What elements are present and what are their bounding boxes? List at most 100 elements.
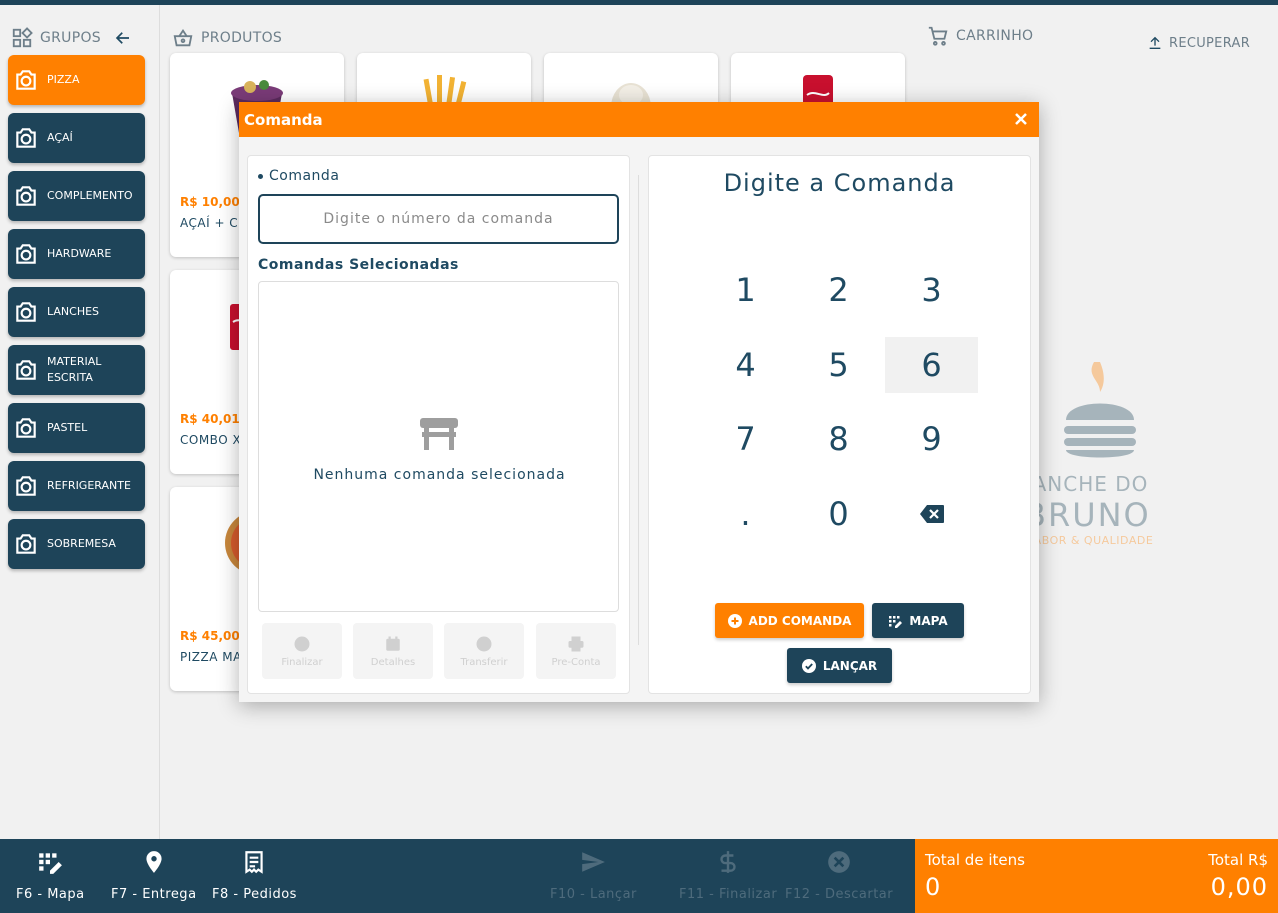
total-value: 0,00 [1210,873,1268,901]
cancel-circle-icon [828,851,850,873]
key-0[interactable]: 0 [792,486,885,542]
total-items-label: Total de itens [925,851,1025,869]
cart-title: CARRINHO [956,28,1034,44]
camera-icon [16,244,36,264]
transfer-action-button[interactable]: Transferir [444,623,524,679]
add-comanda-button[interactable]: ADD COMANDA [715,603,864,638]
details-action-button[interactable]: Detalhes [353,623,433,679]
camera-icon [16,534,36,554]
comanda-input[interactable] [258,194,619,244]
camera-icon [16,360,36,380]
key-3[interactable]: 3 [885,262,978,318]
products-title: PRODUTOS [201,30,283,46]
group-refrigerante[interactable]: REFRIGERANTE [8,461,145,511]
group-material-escrita[interactable]: MATERIAL ESCRITA [8,345,145,395]
group-label: LANCHES [47,305,100,318]
location-pin-icon [146,851,162,873]
close-icon[interactable] [1013,111,1029,127]
groups-title: GRUPOS [40,30,101,46]
empty-message: Nenhuma comanda selecionada [313,467,566,483]
product-name: PIZZA MA [180,650,242,664]
camera-icon [16,302,36,322]
totals-panel: Total de itens 0 Total R$ 0,00 [915,839,1278,913]
f6-map-button[interactable]: F6 - Mapa [16,849,85,902]
key-2[interactable]: 2 [792,262,885,318]
group-label: COMPLEMENTO [47,189,133,202]
action-label: Finalizar [281,656,323,668]
logo-line1: LANCHE DO [1020,472,1149,496]
logo-line3: SABOR & QUALIDADE [1026,534,1154,547]
product-price: R$ 45,00 [180,629,240,643]
key-1[interactable]: 1 [699,262,792,318]
group-hardware[interactable]: HARDWARE [8,229,145,279]
camera-icon [16,418,36,438]
launch-label: LANÇAR [822,658,878,673]
f8-orders-button[interactable]: F8 - Pedidos [212,849,297,902]
backspace-icon [919,505,944,523]
action-label: Pre-Conta [551,656,601,668]
cart-header: CARRINHO [927,25,1033,47]
back-arrow-icon[interactable] [114,29,132,47]
comanda-left-panel: Comanda Comandas Selecionadas Nenhuma co… [247,155,630,694]
selected-comandas-list: Nenhuma comanda selecionada [258,281,619,612]
selected-label: Comandas Selecionadas [258,257,459,273]
action-label: Transferir [460,656,508,668]
key-6[interactable]: 6 [885,337,978,393]
grid-icon [12,27,33,48]
group-label: HARDWARE [47,247,112,260]
group-acai[interactable]: AÇAÍ [8,113,145,163]
groups-header: GRUPOS [11,27,132,49]
map-button[interactable]: MAPA [872,603,964,638]
modal-title: Comanda [244,110,323,129]
send-icon [582,852,606,872]
key-8[interactable]: 8 [792,411,885,467]
f7-delivery-button[interactable]: F7 - Entrega [111,849,197,902]
plus-circle-icon [727,613,742,628]
keypad-title: Digite a Comanda [723,169,956,197]
f10-launch-button[interactable]: F10 - Lançar [550,849,637,902]
comanda-label-text: Comanda [269,168,340,184]
calendar-icon [386,636,400,651]
f8-label: F8 - Pedidos [212,887,297,902]
finalize-action-button[interactable]: Finalizar [262,623,342,679]
backspace-key[interactable] [885,486,978,542]
f11-finalize-button[interactable]: F11 - Finalizar [679,849,777,902]
product-price: R$ 10,00 [180,195,240,209]
group-label: MATERIAL ESCRITA [47,355,102,384]
recover-button[interactable]: RECUPERAR [1147,35,1250,51]
camera-icon [16,70,36,90]
comanda-label: Comanda [258,168,339,184]
camera-icon [16,186,36,206]
printer-icon [568,636,584,651]
group-label: PIZZA [47,73,80,86]
map-label: MAPA [909,613,948,628]
key-7[interactable]: 7 [699,411,792,467]
groups-sidebar: GRUPOS PIZZA AÇAÍ COMPLEMENTO HARDWARE L… [0,5,160,839]
group-complemento[interactable]: COMPLEMENTO [8,171,145,221]
group-label: AÇAÍ [47,131,73,144]
table-icon [420,418,458,450]
burger-icon [1064,362,1136,458]
add-comanda-label: ADD COMANDA [748,613,852,628]
key-5[interactable]: 5 [792,337,885,393]
comanda-modal: Comanda Comanda Comandas Selecionadas Ne… [239,102,1039,702]
group-label: PASTEL [47,421,88,434]
group-sobremesa[interactable]: SOBREMESA [8,519,145,569]
receipt-icon [245,851,264,874]
launch-button[interactable]: LANÇAR [787,648,892,683]
preconta-action-button[interactable]: Pre-Conta [536,623,616,679]
key-4[interactable]: 4 [699,337,792,393]
group-lanches[interactable]: LANCHES [8,287,145,337]
key-dot[interactable]: . [699,486,792,542]
group-label: SOBREMESA [47,537,116,550]
group-pizza[interactable]: PIZZA [8,55,145,105]
camera-icon [16,476,36,496]
bottom-toolbar: F6 - Mapa F7 - Entrega F8 - Pedidos F10 … [0,839,915,913]
swap-icon [476,636,492,651]
scroll-divider [638,175,639,645]
camera-icon [16,128,36,148]
key-9[interactable]: 9 [885,411,978,467]
f6-label: F6 - Mapa [16,887,85,902]
f12-discard-button[interactable]: F12 - Descartar [785,849,893,902]
group-pastel[interactable]: PASTEL [8,403,145,453]
